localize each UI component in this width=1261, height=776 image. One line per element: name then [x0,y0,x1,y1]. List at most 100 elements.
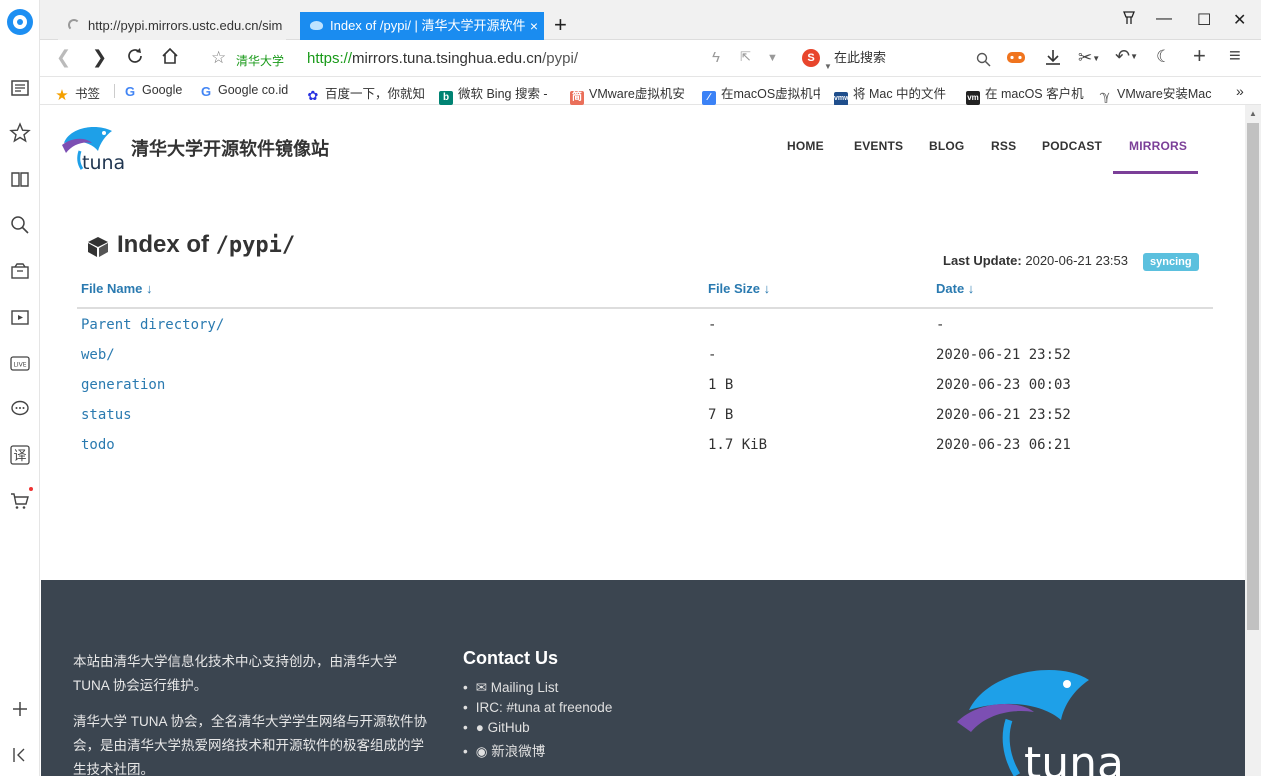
search-icon[interactable] [9,214,31,236]
chat-icon[interactable] [9,398,31,420]
minimize-button[interactable]: — [1156,10,1172,28]
table-row: status 7 B 2020-06-21 23:52 [41,407,1245,437]
reader-book-icon[interactable] [9,168,31,190]
svg-text:LIVE: LIVE [13,362,26,369]
svg-text:译: 译 [13,449,26,464]
bookmark-macos-vm[interactable]: ∕ 在macOS虚拟机中 [702,83,820,105]
flash-icon[interactable]: ϟ [712,49,720,66]
bookmark-google-coid[interactable]: G Google co.id [199,83,299,99]
new-tab-button[interactable]: + [554,14,567,36]
envelope-icon: ✉ [475,680,491,695]
night-mode-icon[interactable]: ☾ [1156,47,1171,67]
table-row: web/ - 2020-06-21 23:52 [41,347,1245,377]
file-link[interactable]: status [81,407,132,423]
file-size: 1 B [708,377,734,393]
video-icon[interactable] [9,306,31,328]
bookmark-macos-guest[interactable]: vm 在 macOS 客户机 [966,83,1084,105]
site-brand-title[interactable]: 清华大学开源软件镜像站 [131,135,329,161]
cart-icon[interactable] [9,490,31,512]
file-size: 1.7 KiB [708,437,768,453]
bookmarks-bar: ★ 书签 G Google G Google co.id ✿ 百度一下，你就知 b 微软 … [40,77,1261,106]
footer-tuna-desc: 清华大学 TUNA 协会，全名清华大学学生网络与开源软件协会，是由清华大学热爱网… [73,714,428,776]
tab-title: Index of /pypi/ | 清华大学开源软件 [330,18,526,33]
news-icon[interactable] [9,77,31,99]
tab-close-icon[interactable]: × [530,12,538,40]
bookmark-google[interactable]: G Google [123,83,195,99]
nav-podcast[interactable]: PODCAST [1042,139,1102,153]
scroll-up-icon[interactable]: ▲ [1249,109,1257,118]
vmware-icon: vm [966,91,980,105]
dropdown-chevron-icon[interactable]: ▼ [767,52,778,64]
menu-hamburger-icon[interactable]: ≡ [1229,45,1241,68]
favorites-star-icon[interactable] [9,122,31,144]
add-extension-icon[interactable]: + [1193,43,1206,69]
column-header-date[interactable]: Date ↓ [936,281,974,296]
google-icon: G [124,84,136,99]
reload-icon[interactable] [125,46,145,71]
url-host: mirrors.tuna.tsinghua.edu.cn [352,50,543,67]
add-icon[interactable] [9,698,31,720]
weibo-icon: ◉ [475,744,492,759]
nav-home[interactable]: HOME [787,139,824,153]
bookmark-bing[interactable]: b 微软 Bing 搜索 - [439,83,551,105]
contact-github[interactable]: ● GitHub [463,720,530,735]
github-icon: ● [475,720,488,735]
table-row: generation 1 B 2020-06-23 00:03 [41,377,1245,407]
undo-icon[interactable]: ↶▼ [1115,46,1138,67]
bookmark-baidu[interactable]: ✿ 百度一下，你就知 [306,83,426,103]
edit-icon: ∕ [702,91,716,105]
scroll-thumb[interactable] [1247,123,1259,630]
file-link[interactable]: generation [81,377,165,393]
nav-blog[interactable]: BLOG [929,139,964,153]
contact-mailing-list[interactable]: ✉ Mailing List [463,680,559,696]
forward-icon[interactable]: ❯ [92,47,107,68]
live-icon[interactable]: LIVE [9,352,31,374]
bookmark-vmware-jianshu[interactable]: 简 VMware虚拟机安 [570,83,688,105]
back-icon[interactable]: ❮ [56,47,71,68]
tab-ustc[interactable]: http://pypi.mirrors.ustc.edu.cn/sim [58,12,286,40]
bookmark-mac-files[interactable]: vmw 将 Mac 中的文件 [834,83,952,106]
last-update: Last Update: 2020-06-21 23:53 [943,253,1129,268]
scissors-icon[interactable]: ✂▼ [1078,48,1100,68]
bookmark-folder[interactable]: ★ 书签 [54,83,116,103]
column-header-name[interactable]: File Name ↓ [81,281,153,296]
tab-tuna-pypi[interactable]: Index of /pypi/ | 清华大学开源软件 × [300,12,544,40]
file-size: - [708,347,717,363]
more-bookmarks-icon[interactable]: » [1236,83,1244,99]
file-date: 2020-06-21 23:52 [936,407,1071,423]
page-scrollbar[interactable]: ▲ [1245,105,1261,776]
contact-weibo[interactable]: ◉ 新浪微博 [463,740,546,760]
file-link[interactable]: web/ [81,347,115,363]
translate-icon[interactable]: 译 [9,444,31,466]
google-icon: G [200,84,212,99]
search-magnifier-icon[interactable] [976,50,991,76]
download-icon[interactable] [1044,48,1062,70]
svg-text:tuna: tuna [82,152,125,173]
tuna-logo-icon[interactable]: tuna [56,121,126,173]
nav-events[interactable]: EVENTS [854,139,903,153]
nav-rss[interactable]: RSS [991,139,1016,153]
pin-window-icon[interactable] [1121,10,1137,31]
box-icon[interactable] [9,260,31,282]
bookmark-star-icon[interactable]: ☆ [211,48,226,68]
active-nav-underline [1113,171,1198,174]
url-input[interactable]: https://mirrors.tuna.tsinghua.edu.cn/pyp… [307,50,578,67]
game-controller-icon[interactable] [1006,48,1026,70]
browser-sidebar: LIVE 译 [0,0,40,776]
file-size: 7 B [708,407,734,423]
maximize-button[interactable]: ☐ [1197,10,1211,30]
contact-irc[interactable]: IRC: #tuna at freenode [463,700,613,715]
home-icon[interactable] [160,46,180,71]
column-header-size[interactable]: File Size ↓ [708,281,770,296]
file-link[interactable]: Parent directory/ [81,317,224,333]
vmware-icon: vmw [834,92,850,106]
status-badge: syncing [1143,253,1199,271]
nav-mirrors[interactable]: MIRRORS [1129,139,1187,153]
browser-logo-icon[interactable] [7,9,33,35]
bookmark-vmware-mac[interactable]: ℽ VMware安装Mac [1098,83,1216,103]
share-icon[interactable]: ⇱ [740,49,751,65]
search-input[interactable]: S ▼ 在此搜索 [802,45,998,71]
collapse-sidebar-icon[interactable] [9,744,31,766]
file-link[interactable]: todo [81,437,115,453]
close-window-button[interactable]: ✕ [1233,10,1246,30]
